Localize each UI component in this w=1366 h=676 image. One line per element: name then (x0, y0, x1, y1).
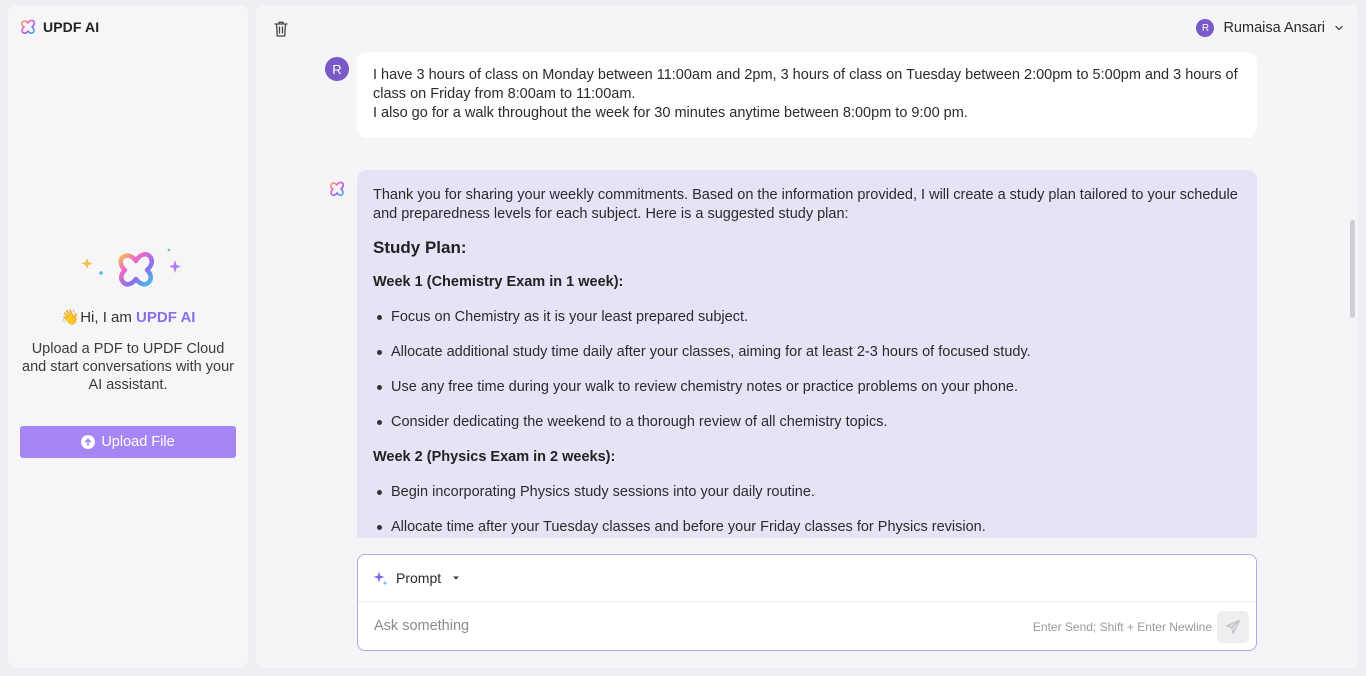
avatar: R (1196, 19, 1215, 37)
scrollbar[interactable] (1350, 220, 1355, 318)
updf-ai-hero-icon (81, 248, 181, 287)
send-icon (1225, 619, 1241, 635)
greeting-prefix: Hi, I am (80, 309, 137, 326)
week1-title: Week 1 (Chemistry Exam in 1 week): (373, 274, 624, 290)
wave-emoji: 👋 (60, 309, 80, 326)
list-item: Allocate additional study time daily aft… (373, 343, 1241, 362)
list-item: Focus on Chemistry as it is your least p… (373, 308, 1241, 327)
intro-text: Upload a PDF to UPDF Cloud and start con… (22, 341, 234, 393)
send-button[interactable] (1217, 611, 1249, 643)
list-item: Use any free time during your walk to re… (373, 378, 1241, 397)
sparkle-icon (373, 571, 388, 586)
week2-title: Week 2 (Physics Exam in 2 weeks): (373, 449, 616, 465)
ask-input[interactable] (374, 614, 1014, 638)
chevron-down-icon (1335, 25, 1343, 31)
upload-file-button[interactable]: Upload File (20, 426, 236, 458)
ai-avatar-icon (329, 181, 345, 197)
study-plan-heading: Study Plan: (373, 238, 467, 257)
user-menu[interactable]: R Rumaisa Ansari (1196, 19, 1344, 37)
prompt-label: Prompt (396, 570, 442, 586)
upload-file-label: Upload File (101, 434, 175, 450)
trash-icon[interactable] (273, 20, 289, 38)
conversation: R I have 3 hours of class on Monday betw… (256, 50, 1358, 538)
caret-down-icon (453, 576, 460, 580)
upload-icon (81, 435, 96, 449)
user-message-avatar: R (325, 57, 349, 81)
chat-panel: R Rumaisa Ansari R I have 3 hours of cla… (256, 5, 1358, 668)
user-message-line: I have 3 hours of class on Monday betwee… (373, 67, 1238, 102)
week2-list: Begin incorporating Physics study sessio… (373, 483, 1241, 537)
user-name: Rumaisa Ansari (1223, 20, 1325, 36)
app-name: UPDF AI (43, 19, 100, 35)
list-item: Allocate time after your Tuesday classes… (373, 518, 1241, 537)
week1-list: Focus on Chemistry as it is your least p… (373, 308, 1241, 432)
user-message-line: I also go for a walk throughout the week… (373, 105, 968, 121)
sidebar: UPDF AI 👋Hi, I am UPDF AI Upload a PDF t… (8, 5, 248, 668)
user-message: I have 3 hours of class on Monday betwee… (357, 52, 1257, 138)
updf-logo-icon (20, 19, 36, 35)
composer: Prompt Enter Send; Shift + Enter Newline (357, 554, 1257, 651)
list-item: Consider dedicating the weekend to a tho… (373, 413, 1241, 432)
prompt-selector[interactable]: Prompt (372, 570, 460, 586)
greeting-brand: UPDF AI (136, 309, 196, 326)
ai-intro: Thank you for sharing your weekly commit… (373, 187, 1238, 222)
ai-message: Thank you for sharing your weekly commit… (357, 170, 1257, 538)
prompt-row: Prompt (358, 555, 1256, 602)
send-hint: Enter Send; Shift + Enter Newline (1032, 620, 1212, 634)
greeting: 👋Hi, I am UPDF AI (8, 308, 248, 326)
list-item: Begin incorporating Physics study sessio… (373, 483, 1241, 502)
brand: UPDF AI (20, 19, 99, 35)
